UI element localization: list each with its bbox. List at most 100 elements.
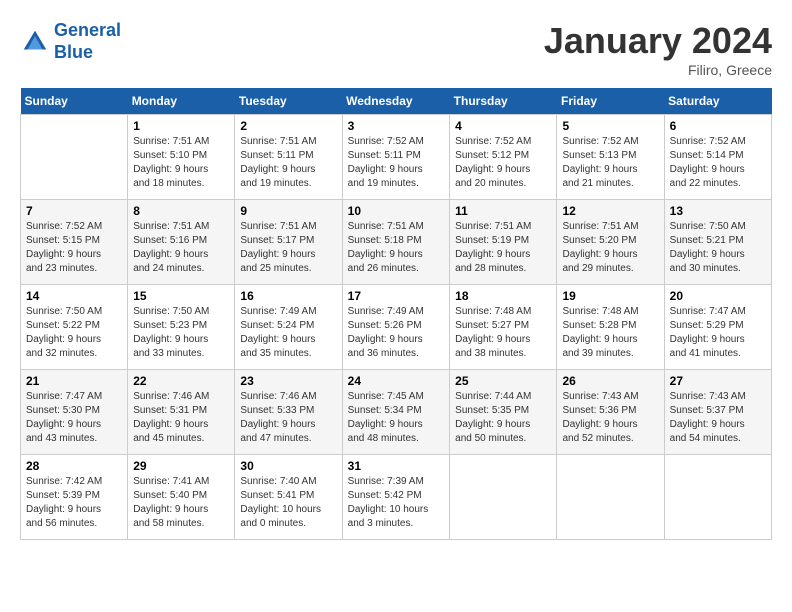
day-info: Sunrise: 7:42 AM Sunset: 5:39 PM Dayligh…	[26, 475, 122, 531]
calendar-cell: 25 Sunrise: 7:44 AM Sunset: 5:35 PM Dayli…	[450, 370, 557, 455]
calendar-cell: 24 Sunrise: 7:45 AM Sunset: 5:34 PM Dayli…	[342, 370, 450, 455]
calendar-cell: 2Sunrise: 7:51 AM Sunset: 5:11 PM Daylig…	[235, 115, 342, 200]
calendar-cell: 5 Sunrise: 7:52 AM Sunset: 5:13 PM Daylig…	[557, 115, 664, 200]
day-number: 19	[562, 289, 658, 303]
calendar-cell: 13Sunrise: 7:50 AM Sunset: 5:21 PM Dayli…	[664, 200, 771, 285]
calendar-cell: 21 Sunrise: 7:47 AM Sunset: 5:30 PM Dayli…	[21, 370, 128, 455]
day-number: 1	[133, 119, 229, 133]
calendar-cell: 16 Sunrise: 7:49 AM Sunset: 5:24 PM Dayli…	[235, 285, 342, 370]
weekday-header-monday: Monday	[128, 88, 235, 115]
day-number: 12	[562, 204, 658, 218]
day-number: 29	[133, 459, 229, 473]
calendar-cell: 17 Sunrise: 7:49 AM Sunset: 5:26 PM Dayli…	[342, 285, 450, 370]
calendar-cell: 15 Sunrise: 7:50 AM Sunset: 5:23 PM Dayli…	[128, 285, 235, 370]
logo-line1: General	[54, 20, 121, 40]
day-info: Sunrise: 7:52 AM Sunset: 5:12 PM Dayligh…	[455, 135, 551, 191]
weekday-header-sunday: Sunday	[21, 88, 128, 115]
calendar-cell: 8 Sunrise: 7:51 AM Sunset: 5:16 PM Daylig…	[128, 200, 235, 285]
calendar-cell: 10Sunrise: 7:51 AM Sunset: 5:18 PM Dayli…	[342, 200, 450, 285]
day-number: 9	[240, 204, 336, 218]
day-info: Sunrise: 7:51 AM Sunset: 5:10 PM Dayligh…	[133, 135, 229, 191]
calendar-cell: 19 Sunrise: 7:48 AM Sunset: 5:28 PM Dayli…	[557, 285, 664, 370]
weekday-header-tuesday: Tuesday	[235, 88, 342, 115]
day-info: Sunrise: 7:43 AM Sunset: 5:36 PM Dayligh…	[562, 390, 658, 446]
calendar-cell: 29 Sunrise: 7:41 AM Sunset: 5:40 PM Dayli…	[128, 455, 235, 540]
calendar-week-row: 1 Sunrise: 7:51 AM Sunset: 5:10 PM Daylig…	[21, 115, 772, 200]
calendar-cell: 1 Sunrise: 7:51 AM Sunset: 5:10 PM Daylig…	[128, 115, 235, 200]
day-info: Sunrise: 7:41 AM Sunset: 5:40 PM Dayligh…	[133, 475, 229, 531]
day-info: Sunrise: 7:45 AM Sunset: 5:34 PM Dayligh…	[348, 390, 445, 446]
day-number: 24	[348, 374, 445, 388]
calendar-cell	[21, 115, 128, 200]
calendar-week-row: 7Sunrise: 7:52 AM Sunset: 5:15 PM Daylig…	[21, 200, 772, 285]
day-info: Sunrise: 7:39 AM Sunset: 5:42 PM Dayligh…	[348, 475, 445, 531]
day-number: 16	[240, 289, 336, 303]
calendar-cell: 26Sunrise: 7:43 AM Sunset: 5:36 PM Dayli…	[557, 370, 664, 455]
day-info: Sunrise: 7:51 AM Sunset: 5:17 PM Dayligh…	[240, 220, 336, 276]
day-info: Sunrise: 7:50 AM Sunset: 5:22 PM Dayligh…	[26, 305, 122, 361]
calendar-cell: 22 Sunrise: 7:46 AM Sunset: 5:31 PM Dayli…	[128, 370, 235, 455]
calendar-cell	[664, 455, 771, 540]
day-number: 23	[240, 374, 336, 388]
day-number: 3	[348, 119, 445, 133]
weekday-header-saturday: Saturday	[664, 88, 771, 115]
day-number: 11	[455, 204, 551, 218]
calendar-cell: 20 Sunrise: 7:47 AM Sunset: 5:29 PM Dayli…	[664, 285, 771, 370]
weekday-header-friday: Friday	[557, 88, 664, 115]
day-number: 8	[133, 204, 229, 218]
day-info: Sunrise: 7:52 AM Sunset: 5:14 PM Dayligh…	[670, 135, 766, 191]
day-info: Sunrise: 7:52 AM Sunset: 5:11 PM Dayligh…	[348, 135, 445, 191]
calendar-cell: 28Sunrise: 7:42 AM Sunset: 5:39 PM Dayli…	[21, 455, 128, 540]
location: Filiro, Greece	[544, 62, 772, 78]
weekday-header-wednesday: Wednesday	[342, 88, 450, 115]
day-number: 7	[26, 204, 122, 218]
day-info: Sunrise: 7:47 AM Sunset: 5:29 PM Dayligh…	[670, 305, 766, 361]
day-number: 10	[348, 204, 445, 218]
day-info: Sunrise: 7:51 AM Sunset: 5:19 PM Dayligh…	[455, 220, 551, 276]
day-info: Sunrise: 7:50 AM Sunset: 5:23 PM Dayligh…	[133, 305, 229, 361]
calendar-week-row: 21 Sunrise: 7:47 AM Sunset: 5:30 PM Dayli…	[21, 370, 772, 455]
day-info: Sunrise: 7:49 AM Sunset: 5:26 PM Dayligh…	[348, 305, 445, 361]
month-title: January 2024	[544, 20, 772, 62]
calendar-week-row: 14 Sunrise: 7:50 AM Sunset: 5:22 PM Dayli…	[21, 285, 772, 370]
weekday-header-row: SundayMondayTuesdayWednesdayThursdayFrid…	[21, 88, 772, 115]
day-number: 14	[26, 289, 122, 303]
day-number: 5	[562, 119, 658, 133]
calendar-cell: 18Sunrise: 7:48 AM Sunset: 5:27 PM Dayli…	[450, 285, 557, 370]
logo-icon	[20, 27, 50, 57]
calendar-cell: 31Sunrise: 7:39 AM Sunset: 5:42 PM Dayli…	[342, 455, 450, 540]
calendar-cell: 6 Sunrise: 7:52 AM Sunset: 5:14 PM Daylig…	[664, 115, 771, 200]
logo: General Blue	[20, 20, 121, 63]
day-number: 22	[133, 374, 229, 388]
calendar-cell: 14 Sunrise: 7:50 AM Sunset: 5:22 PM Dayli…	[21, 285, 128, 370]
day-info: Sunrise: 7:49 AM Sunset: 5:24 PM Dayligh…	[240, 305, 336, 361]
calendar-cell: 7Sunrise: 7:52 AM Sunset: 5:15 PM Daylig…	[21, 200, 128, 285]
calendar-week-row: 28Sunrise: 7:42 AM Sunset: 5:39 PM Dayli…	[21, 455, 772, 540]
day-number: 17	[348, 289, 445, 303]
day-info: Sunrise: 7:47 AM Sunset: 5:30 PM Dayligh…	[26, 390, 122, 446]
calendar-cell: 30Sunrise: 7:40 AM Sunset: 5:41 PM Dayli…	[235, 455, 342, 540]
day-number: 20	[670, 289, 766, 303]
calendar-cell: 4Sunrise: 7:52 AM Sunset: 5:12 PM Daylig…	[450, 115, 557, 200]
day-info: Sunrise: 7:51 AM Sunset: 5:20 PM Dayligh…	[562, 220, 658, 276]
day-info: Sunrise: 7:40 AM Sunset: 5:41 PM Dayligh…	[240, 475, 336, 531]
calendar-cell: 3 Sunrise: 7:52 AM Sunset: 5:11 PM Daylig…	[342, 115, 450, 200]
day-info: Sunrise: 7:46 AM Sunset: 5:31 PM Dayligh…	[133, 390, 229, 446]
day-info: Sunrise: 7:44 AM Sunset: 5:35 PM Dayligh…	[455, 390, 551, 446]
day-number: 13	[670, 204, 766, 218]
calendar-table: SundayMondayTuesdayWednesdayThursdayFrid…	[20, 88, 772, 540]
day-info: Sunrise: 7:48 AM Sunset: 5:28 PM Dayligh…	[562, 305, 658, 361]
day-number: 21	[26, 374, 122, 388]
day-info: Sunrise: 7:52 AM Sunset: 5:13 PM Dayligh…	[562, 135, 658, 191]
logo-text: General Blue	[54, 20, 121, 63]
day-info: Sunrise: 7:46 AM Sunset: 5:33 PM Dayligh…	[240, 390, 336, 446]
weekday-header-thursday: Thursday	[450, 88, 557, 115]
day-number: 6	[670, 119, 766, 133]
calendar-cell: 9 Sunrise: 7:51 AM Sunset: 5:17 PM Daylig…	[235, 200, 342, 285]
calendar-cell: 27Sunrise: 7:43 AM Sunset: 5:37 PM Dayli…	[664, 370, 771, 455]
day-number: 25	[455, 374, 551, 388]
day-number: 18	[455, 289, 551, 303]
calendar-cell	[557, 455, 664, 540]
day-number: 15	[133, 289, 229, 303]
day-info: Sunrise: 7:51 AM Sunset: 5:16 PM Dayligh…	[133, 220, 229, 276]
